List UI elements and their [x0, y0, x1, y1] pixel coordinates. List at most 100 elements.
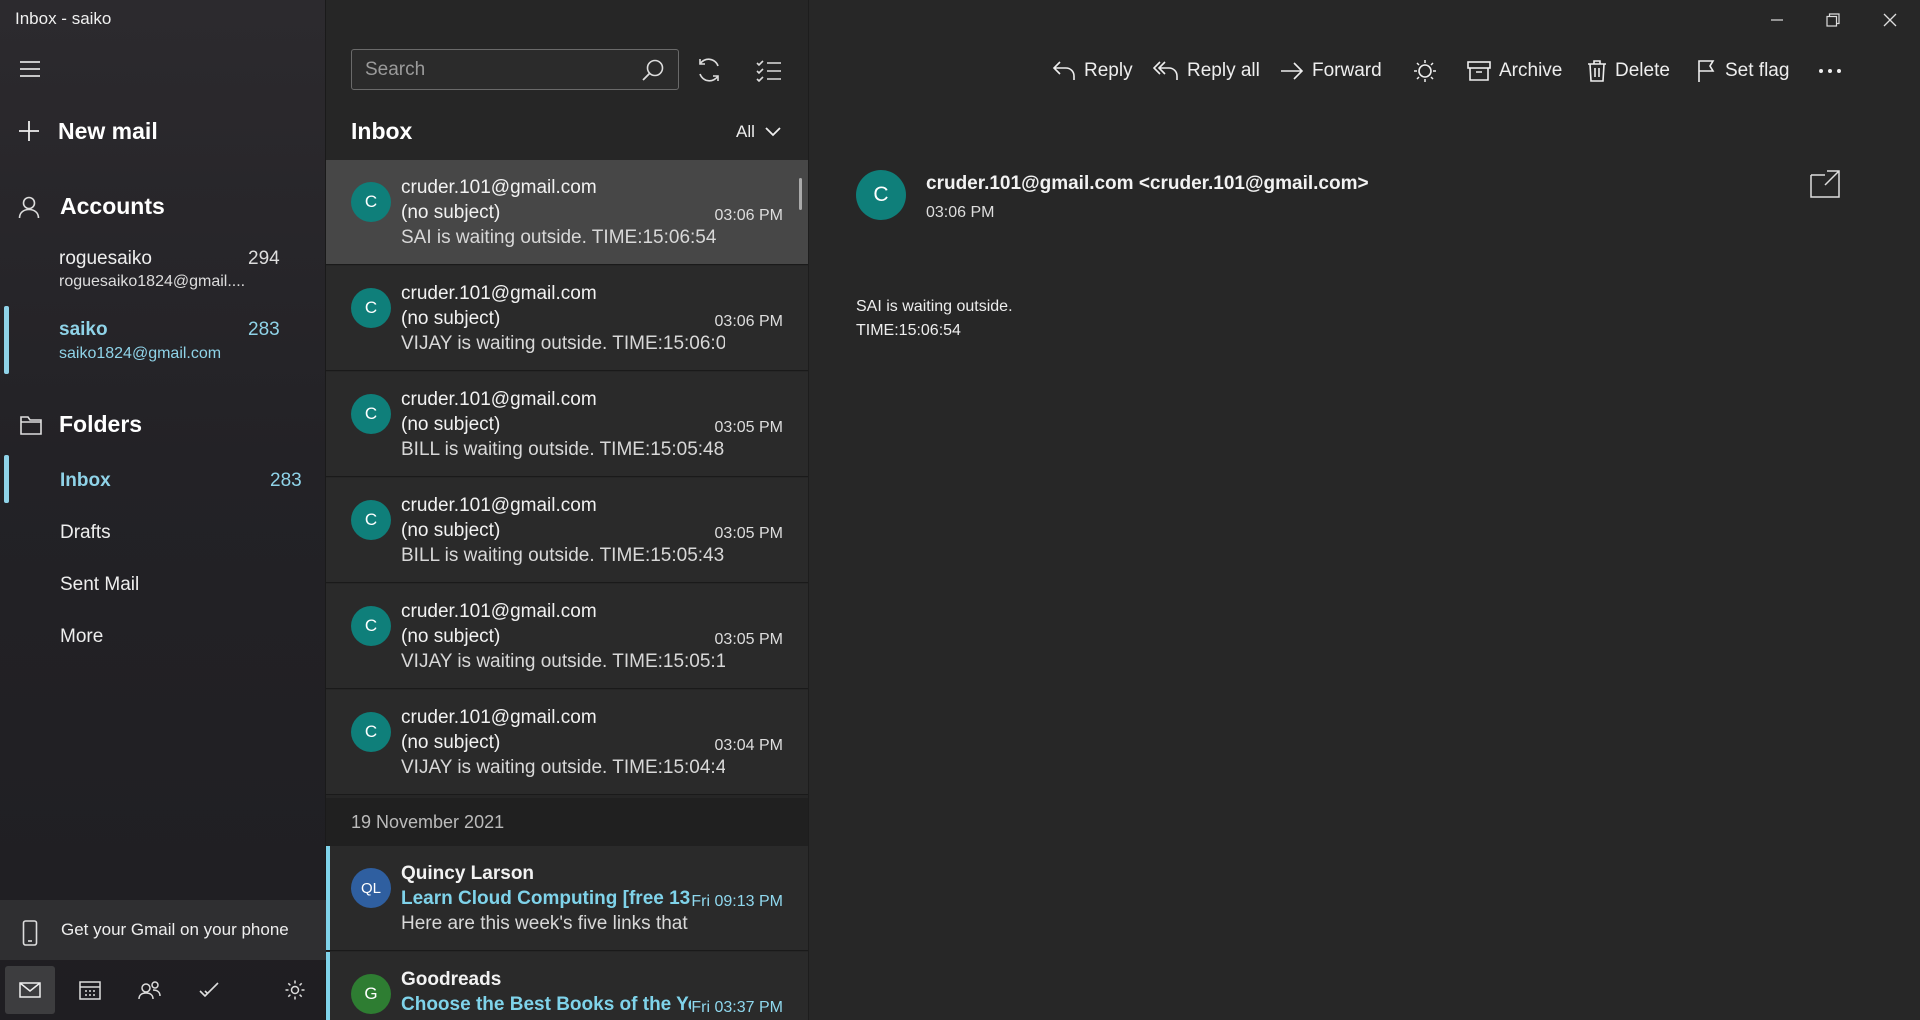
message-item[interactable]: QL Quincy Larson Learn Cloud Computing [… [326, 846, 808, 951]
phone-promo-text: Get your Gmail on your phone [61, 920, 289, 939]
message-item[interactable]: C cruder.101@gmail.com (no subject) SAI … [326, 160, 808, 265]
hamburger-menu-icon[interactable] [18, 58, 42, 80]
sender-address: cruder.101@gmail.com <cruder.101@gmail.c… [926, 173, 1369, 194]
folder-unread-count: 283 [270, 470, 302, 491]
message-sender: cruder.101@gmail.com [401, 495, 597, 516]
filter-dropdown[interactable]: All [736, 122, 781, 142]
message-item[interactable]: C cruder.101@gmail.com (no subject) VIJA… [326, 584, 808, 689]
message-sender: cruder.101@gmail.com [401, 601, 597, 622]
archive-icon [1467, 61, 1491, 81]
reply-all-icon [1153, 61, 1178, 80]
account-name: saiko [59, 319, 108, 340]
message-preview: VIJAY is waiting outside. TIME:15:05:1 [401, 651, 725, 672]
sender-avatar: G [351, 974, 391, 1014]
message-time: 03:05 PM [714, 525, 783, 542]
message-subject: (no subject) [401, 732, 501, 753]
mail-icon [19, 982, 41, 998]
sun-icon [1414, 60, 1436, 82]
folder-label: Drafts [60, 522, 111, 543]
trash-icon [1588, 60, 1606, 82]
folder-label: More [60, 626, 104, 647]
message-subject: (no subject) [401, 414, 501, 435]
restore-icon [1826, 13, 1840, 27]
message-time: 03:06 PM [714, 313, 783, 330]
plus-icon [19, 121, 39, 141]
settings-button[interactable] [270, 966, 320, 1014]
people-app-button[interactable] [125, 966, 175, 1014]
message-preview: SAI is waiting outside. TIME:15:06:54 [401, 227, 717, 248]
folders-label: Folders [59, 411, 143, 437]
message-preview: Here are this week's five links that [401, 913, 688, 934]
message-time: 03:06 PM [926, 204, 995, 221]
folder-label: Sent Mail [60, 574, 140, 595]
message-body-line: SAI is waiting outside. [856, 298, 1013, 315]
person-icon [18, 196, 40, 219]
message-time: Fri 03:37 PM [691, 999, 783, 1016]
archive-label: Archive [1499, 60, 1563, 81]
message-body-line: TIME:15:06:54 [856, 322, 961, 339]
chevron-down-icon [765, 127, 781, 137]
unread-indicator [326, 846, 330, 950]
gear-icon [285, 980, 305, 1000]
reply-label: Reply [1084, 60, 1133, 81]
message-time: 03:05 PM [714, 631, 783, 648]
folder-title: Inbox [351, 118, 413, 144]
message-item[interactable]: C cruder.101@gmail.com (no subject) VIJA… [326, 266, 808, 371]
close-icon [1883, 13, 1897, 27]
sender-avatar: C [351, 182, 391, 222]
sender-avatar: C [351, 606, 391, 646]
calendar-app-button[interactable] [65, 966, 115, 1014]
reply-all-button[interactable]: Reply all [1153, 56, 1260, 86]
selection-mode-icon[interactable] [756, 58, 782, 82]
account-name: roguesaiko [59, 248, 152, 269]
calendar-icon [79, 981, 101, 1000]
close-button[interactable] [1872, 6, 1908, 34]
sender-avatar: C [351, 500, 391, 540]
double-check-icon [199, 982, 219, 998]
reply-button[interactable]: Reply [1052, 56, 1133, 86]
minimize-button[interactable] [1759, 6, 1795, 34]
sender-avatar: C [856, 170, 906, 220]
set-flag-button[interactable]: Set flag [1697, 56, 1789, 86]
forward-button[interactable]: Forward [1280, 56, 1382, 86]
new-mail-label: New mail [58, 118, 158, 144]
more-actions-button[interactable] [1818, 56, 1842, 86]
message-subject: (no subject) [401, 520, 501, 541]
window-title: Inbox - saiko [15, 9, 112, 28]
todo-app-button[interactable] [185, 966, 235, 1014]
message-item[interactable]: C cruder.101@gmail.com (no subject) VIJA… [326, 690, 808, 795]
open-in-new-window-icon[interactable] [1810, 170, 1840, 198]
message-time: 03:06 PM [714, 207, 783, 224]
search-placeholder: Search [365, 59, 426, 80]
filter-value: All [736, 122, 755, 141]
folder-item-drafts[interactable]: Drafts [0, 510, 326, 554]
message-subject: Learn Cloud Computing [free 13-h [401, 888, 691, 909]
scrollbar-thumb[interactable] [799, 178, 802, 210]
message-item[interactable]: C cruder.101@gmail.com (no subject) BILL… [326, 478, 808, 583]
accounts-label: Accounts [60, 193, 165, 219]
folder-item-inbox[interactable]: Inbox 283 [0, 458, 326, 502]
message-preview: BILL is waiting outside. TIME:15:05:43 [401, 545, 725, 566]
message-item[interactable]: C cruder.101@gmail.com (no subject) BILL… [326, 372, 808, 477]
account-email: roguesaiko1824@gmail.... [59, 273, 246, 290]
navigation-pane: Inbox - saiko New mail Accounts roguesai… [0, 0, 326, 1020]
message-time: 03:04 PM [714, 737, 783, 754]
message-item[interactable]: G Goodreads Choose the Best Books of the… [326, 952, 808, 1020]
mail-app-button[interactable] [5, 966, 55, 1014]
message-sender: cruder.101@gmail.com [401, 707, 597, 728]
folder-item-more[interactable]: More [0, 614, 326, 658]
account-item-roguesaiko[interactable]: roguesaiko 294 roguesaiko1824@gmail.... [0, 245, 326, 297]
folder-item-sent-mail[interactable]: Sent Mail [0, 562, 326, 606]
search-icon[interactable] [641, 58, 665, 82]
reply-all-label: Reply all [1187, 60, 1260, 81]
message-sender: cruder.101@gmail.com [401, 389, 597, 410]
theme-toggle-button[interactable] [1413, 56, 1437, 86]
archive-button[interactable]: Archive [1467, 56, 1562, 86]
delete-button[interactable]: Delete [1587, 56, 1670, 86]
unread-indicator [326, 952, 330, 1020]
sync-icon[interactable] [696, 56, 722, 84]
message-preview: VIJAY is waiting outside. TIME:15:06:0 [401, 333, 725, 354]
restore-button[interactable] [1815, 6, 1851, 34]
account-item-saiko[interactable]: saiko 283 saiko1824@gmail.com [0, 316, 326, 368]
ellipsis-icon [1819, 69, 1841, 73]
